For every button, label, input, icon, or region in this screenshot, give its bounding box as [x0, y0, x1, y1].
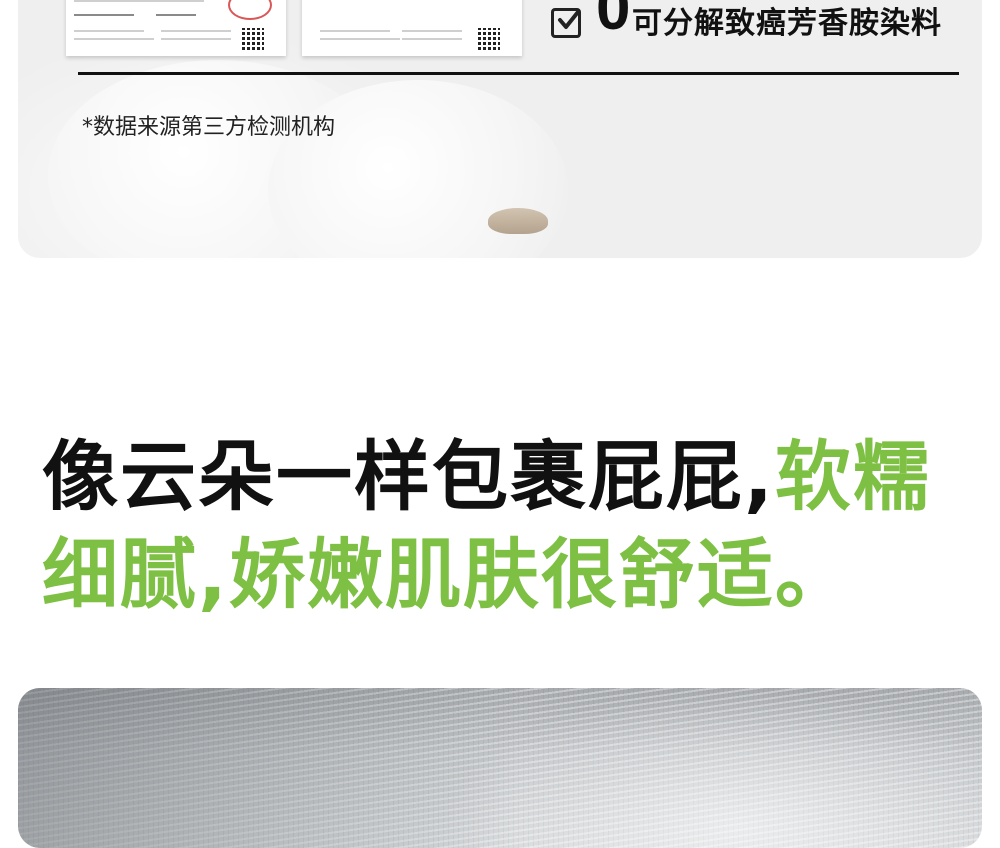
qr-code-icon [478, 28, 500, 50]
test-certificate [302, 0, 522, 56]
red-seal-stamp [228, 0, 272, 20]
fabric-image [18, 688, 982, 848]
feature-number: 0 [596, 0, 631, 43]
qr-code-icon [242, 28, 264, 50]
divider-line [78, 72, 959, 75]
headline: 像云朵一样包裹屁屁,软糯细腻,娇嫩肌肤很舒适。 [42, 428, 982, 624]
checkbox-check-icon [558, 10, 580, 29]
test-certificate [66, 0, 286, 56]
data-source-note: *数据来源第三方检测机构 [82, 115, 336, 140]
fabric-shadow [18, 688, 518, 848]
cotton-stem [488, 208, 548, 234]
feature-text: 可分解致癌芳香胺染料 [632, 6, 942, 41]
headline-black-part: 像云朵一样包裹屁屁, [42, 432, 775, 521]
